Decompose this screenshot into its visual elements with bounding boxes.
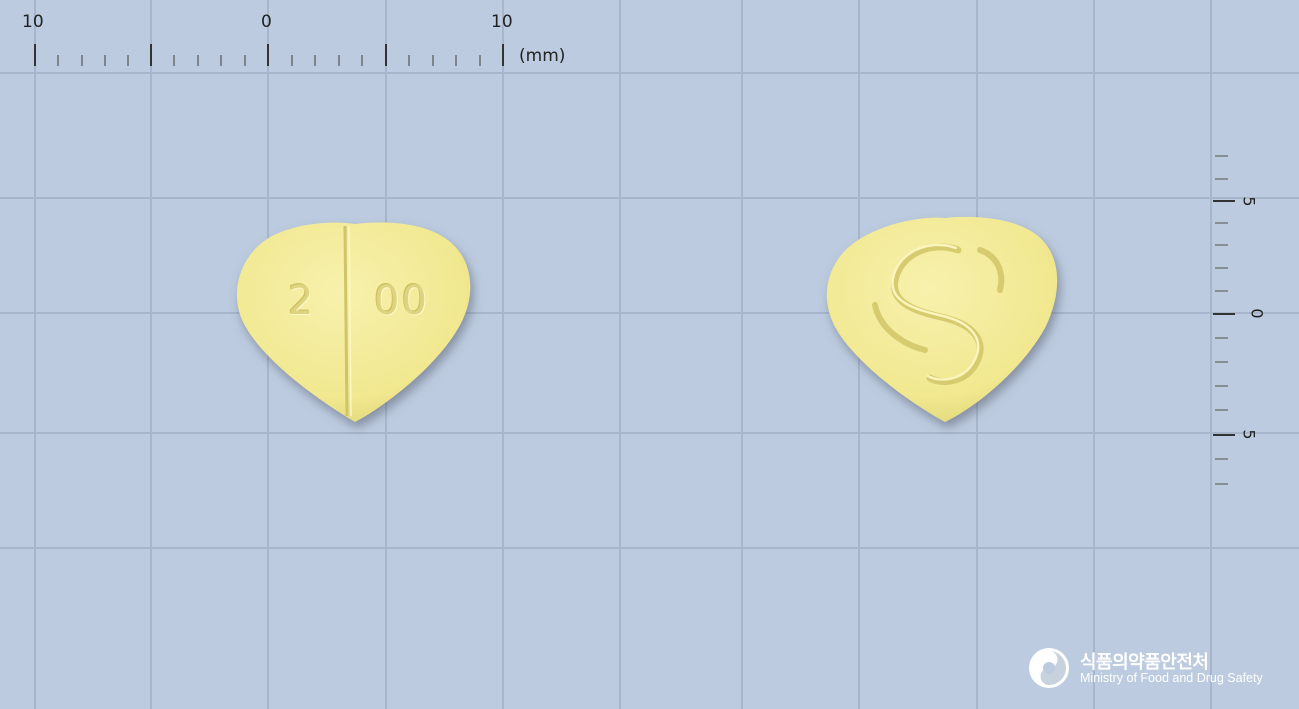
pill-layer [236, 216, 1058, 422]
imprint-right: 00 [374, 278, 429, 324]
pill-front [236, 222, 471, 422]
mfds-emblem-icon [1029, 648, 1069, 688]
pill-back [826, 216, 1058, 422]
mfds-logo: 식품의약품안전처 Ministry of Food and Drug Safet… [1028, 646, 1268, 692]
imprint-left: 2 [288, 278, 314, 324]
pill-photo: 10 0 10 (mm) 5 0 5 2 00 식품의약품안전처 Ministr… [0, 0, 1299, 709]
logo-english-text: Ministry of Food and Drug Safety [1080, 671, 1263, 685]
